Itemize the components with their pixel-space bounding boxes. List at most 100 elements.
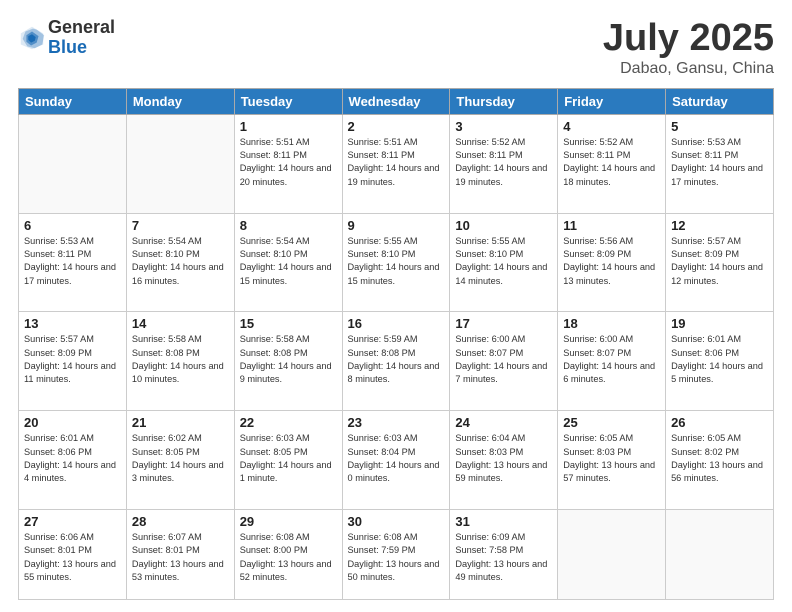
day-number: 9 bbox=[348, 218, 445, 233]
table-row: 24 Sunrise: 6:04 AM Sunset: 8:03 PM Dayli… bbox=[450, 411, 558, 510]
table-row: 15Sunrise: 5:58 AM Sunset: 8:08 PM Dayli… bbox=[234, 312, 342, 411]
table-row: 6Sunrise: 5:53 AM Sunset: 8:11 PM Daylig… bbox=[19, 213, 127, 312]
table-row bbox=[19, 114, 127, 213]
day-number: 4 bbox=[563, 119, 660, 134]
day-number: 1 bbox=[240, 119, 337, 134]
day-info: Sunrise: 5:54 AM Sunset: 8:10 PM Dayligh… bbox=[132, 235, 229, 288]
col-sunday: Sunday bbox=[19, 88, 127, 114]
table-row: 26 Sunrise: 6:05 AM Sunset: 8:02 PM Dayli… bbox=[666, 411, 774, 510]
day-info: Sunrise: 6:09 AM Sunset: 7:58 PM Dayligh… bbox=[455, 531, 552, 584]
location-subtitle: Dabao, Gansu, China bbox=[603, 60, 774, 78]
col-thursday: Thursday bbox=[450, 88, 558, 114]
col-monday: Monday bbox=[126, 88, 234, 114]
day-info: Sunrise: 5:55 AM Sunset: 8:10 PM Dayligh… bbox=[455, 235, 552, 288]
day-number: 5 bbox=[671, 119, 768, 134]
day-info: Sunrise: 5:55 AM Sunset: 8:10 PM Dayligh… bbox=[348, 235, 445, 288]
table-row: 25Sunrise: 6:05 AM Sunset: 8:03 PM Dayli… bbox=[558, 411, 666, 510]
table-row: 9 Sunrise: 5:55 AM Sunset: 8:10 PM Daylig… bbox=[342, 213, 450, 312]
table-row: 28Sunrise: 6:07 AM Sunset: 8:01 PM Dayli… bbox=[126, 510, 234, 600]
day-info: Sunrise: 5:52 AM Sunset: 8:11 PM Dayligh… bbox=[563, 136, 660, 189]
table-row: 2 Sunrise: 5:51 AM Sunset: 8:11 PM Daylig… bbox=[342, 114, 450, 213]
day-info: Sunrise: 6:01 AM Sunset: 8:06 PM Dayligh… bbox=[24, 432, 121, 485]
day-number: 29 bbox=[240, 514, 337, 529]
table-row: 17 Sunrise: 6:00 AM Sunset: 8:07 PM Dayli… bbox=[450, 312, 558, 411]
day-number: 16 bbox=[348, 316, 445, 331]
day-number: 18 bbox=[563, 316, 660, 331]
table-row: 10 Sunrise: 5:55 AM Sunset: 8:10 PM Dayli… bbox=[450, 213, 558, 312]
day-info: Sunrise: 5:57 AM Sunset: 8:09 PM Dayligh… bbox=[24, 333, 121, 386]
table-row: 18 Sunrise: 6:00 AM Sunset: 8:07 PM Dayli… bbox=[558, 312, 666, 411]
logo-icon bbox=[18, 24, 46, 52]
day-info: Sunrise: 6:07 AM Sunset: 8:01 PM Dayligh… bbox=[132, 531, 229, 584]
day-number: 8 bbox=[240, 218, 337, 233]
day-number: 30 bbox=[348, 514, 445, 529]
day-info: Sunrise: 6:00 AM Sunset: 8:07 PM Dayligh… bbox=[455, 333, 552, 386]
table-row: 14 Sunrise: 5:58 AM Sunset: 8:08 PM Dayli… bbox=[126, 312, 234, 411]
day-info: Sunrise: 6:00 AM Sunset: 8:07 PM Dayligh… bbox=[563, 333, 660, 386]
day-number: 19 bbox=[671, 316, 768, 331]
day-info: Sunrise: 6:08 AM Sunset: 7:59 PM Dayligh… bbox=[348, 531, 445, 584]
table-row: 22Sunrise: 6:03 AM Sunset: 8:05 PM Dayli… bbox=[234, 411, 342, 510]
col-wednesday: Wednesday bbox=[342, 88, 450, 114]
page: General Blue July 2025 Dabao, Gansu, Chi… bbox=[0, 0, 792, 612]
table-row: 20Sunrise: 6:01 AM Sunset: 8:06 PM Dayli… bbox=[19, 411, 127, 510]
day-number: 10 bbox=[455, 218, 552, 233]
day-number: 21 bbox=[132, 415, 229, 430]
calendar-header-row: Sunday Monday Tuesday Wednesday Thursday… bbox=[19, 88, 774, 114]
day-info: Sunrise: 6:03 AM Sunset: 8:04 PM Dayligh… bbox=[348, 432, 445, 485]
day-number: 13 bbox=[24, 316, 121, 331]
day-number: 15 bbox=[240, 316, 337, 331]
table-row: 8 Sunrise: 5:54 AM Sunset: 8:10 PM Daylig… bbox=[234, 213, 342, 312]
logo: General Blue bbox=[18, 18, 115, 58]
day-info: Sunrise: 5:57 AM Sunset: 8:09 PM Dayligh… bbox=[671, 235, 768, 288]
day-info: Sunrise: 6:02 AM Sunset: 8:05 PM Dayligh… bbox=[132, 432, 229, 485]
logo-general: General bbox=[48, 18, 115, 38]
logo-text: General Blue bbox=[48, 18, 115, 58]
day-number: 11 bbox=[563, 218, 660, 233]
table-row: 4 Sunrise: 5:52 AM Sunset: 8:11 PM Daylig… bbox=[558, 114, 666, 213]
day-info: Sunrise: 6:04 AM Sunset: 8:03 PM Dayligh… bbox=[455, 432, 552, 485]
day-number: 3 bbox=[455, 119, 552, 134]
day-info: Sunrise: 6:06 AM Sunset: 8:01 PM Dayligh… bbox=[24, 531, 121, 584]
day-info: Sunrise: 5:58 AM Sunset: 8:08 PM Dayligh… bbox=[132, 333, 229, 386]
table-row: 3 Sunrise: 5:52 AM Sunset: 8:11 PM Daylig… bbox=[450, 114, 558, 213]
day-number: 26 bbox=[671, 415, 768, 430]
header: General Blue July 2025 Dabao, Gansu, Chi… bbox=[18, 18, 774, 78]
col-friday: Friday bbox=[558, 88, 666, 114]
logo-blue: Blue bbox=[48, 38, 115, 58]
day-info: Sunrise: 5:54 AM Sunset: 8:10 PM Dayligh… bbox=[240, 235, 337, 288]
table-row: 27 Sunrise: 6:06 AM Sunset: 8:01 PM Dayli… bbox=[19, 510, 127, 600]
table-row bbox=[126, 114, 234, 213]
table-row: 11 Sunrise: 5:56 AM Sunset: 8:09 PM Dayli… bbox=[558, 213, 666, 312]
calendar-table: Sunday Monday Tuesday Wednesday Thursday… bbox=[18, 88, 774, 600]
day-info: Sunrise: 5:53 AM Sunset: 8:11 PM Dayligh… bbox=[671, 136, 768, 189]
day-number: 25 bbox=[563, 415, 660, 430]
day-info: Sunrise: 5:52 AM Sunset: 8:11 PM Dayligh… bbox=[455, 136, 552, 189]
table-row: 5 Sunrise: 5:53 AM Sunset: 8:11 PM Daylig… bbox=[666, 114, 774, 213]
day-info: Sunrise: 6:05 AM Sunset: 8:02 PM Dayligh… bbox=[671, 432, 768, 485]
day-info: Sunrise: 6:03 AM Sunset: 8:05 PM Dayligh… bbox=[240, 432, 337, 485]
table-row: 7 Sunrise: 5:54 AM Sunset: 8:10 PM Daylig… bbox=[126, 213, 234, 312]
table-row: 21 Sunrise: 6:02 AM Sunset: 8:05 PM Dayli… bbox=[126, 411, 234, 510]
day-number: 23 bbox=[348, 415, 445, 430]
table-row: 12 Sunrise: 5:57 AM Sunset: 8:09 PM Dayli… bbox=[666, 213, 774, 312]
day-number: 27 bbox=[24, 514, 121, 529]
table-row: 13 Sunrise: 5:57 AM Sunset: 8:09 PM Dayli… bbox=[19, 312, 127, 411]
col-tuesday: Tuesday bbox=[234, 88, 342, 114]
table-row: 1 Sunrise: 5:51 AM Sunset: 8:11 PM Daylig… bbox=[234, 114, 342, 213]
day-info: Sunrise: 6:08 AM Sunset: 8:00 PM Dayligh… bbox=[240, 531, 337, 584]
table-row: 23 Sunrise: 6:03 AM Sunset: 8:04 PM Dayli… bbox=[342, 411, 450, 510]
day-number: 2 bbox=[348, 119, 445, 134]
day-info: Sunrise: 5:51 AM Sunset: 8:11 PM Dayligh… bbox=[240, 136, 337, 189]
day-number: 17 bbox=[455, 316, 552, 331]
day-info: Sunrise: 5:53 AM Sunset: 8:11 PM Dayligh… bbox=[24, 235, 121, 288]
day-number: 31 bbox=[455, 514, 552, 529]
day-number: 14 bbox=[132, 316, 229, 331]
day-number: 7 bbox=[132, 218, 229, 233]
day-info: Sunrise: 5:51 AM Sunset: 8:11 PM Dayligh… bbox=[348, 136, 445, 189]
table-row bbox=[558, 510, 666, 600]
day-number: 12 bbox=[671, 218, 768, 233]
day-info: Sunrise: 5:56 AM Sunset: 8:09 PM Dayligh… bbox=[563, 235, 660, 288]
day-number: 24 bbox=[455, 415, 552, 430]
day-info: Sunrise: 6:01 AM Sunset: 8:06 PM Dayligh… bbox=[671, 333, 768, 386]
